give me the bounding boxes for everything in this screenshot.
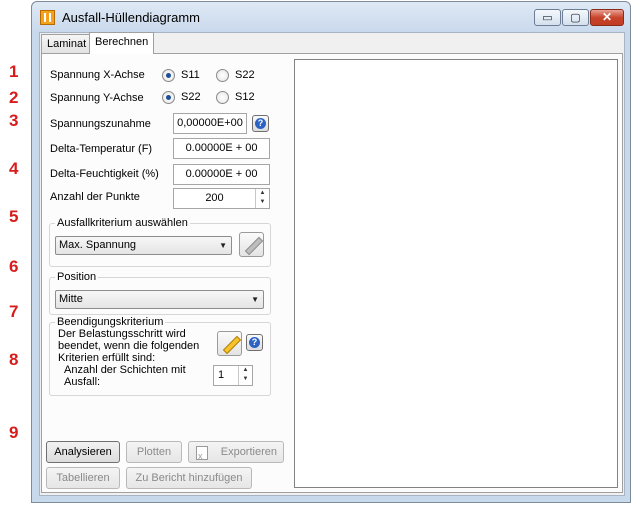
step-number-3: 3 (9, 111, 19, 130)
spin-down-icon[interactable]: ▼ (239, 375, 252, 384)
delta-moisture-field[interactable]: 0.00000E + 00 (173, 164, 270, 185)
window-title: Ausfall-Hüllendiagramm (62, 10, 200, 25)
position-select[interactable]: Mitte ▼ (55, 290, 264, 309)
export-button[interactable]: Exportieren (188, 441, 284, 466)
analyze-button[interactable]: Analysieren (46, 441, 120, 463)
step-number-5: 5 (9, 207, 19, 226)
radio-x-s22[interactable] (216, 69, 229, 82)
failure-criterion-group: Ausfallkriterium auswählen Max. Spannung… (49, 217, 271, 267)
help-icon: ? (255, 118, 266, 129)
failure-criterion-title: Ausfallkriterium auswählen (55, 217, 190, 229)
chevron-down-icon: ▼ (219, 241, 227, 250)
failure-criterion-select[interactable]: Max. Spannung ▼ (55, 236, 232, 255)
failed-layers-label-line-2: Ausfall: (64, 376, 101, 388)
pencil-icon (222, 335, 242, 355)
step-number-8: 8 (9, 350, 19, 369)
radio-y-s22-label: S22 (181, 91, 201, 103)
step-number-1: 1 (9, 62, 19, 81)
radio-x-s22-label: S22 (235, 69, 255, 81)
dialog-window: Ausfall-Hüllendiagramm ▭ ▢ ✕ Laminat Ber… (31, 1, 631, 503)
position-title: Position (55, 271, 99, 283)
spreadsheet-icon (196, 446, 208, 466)
delta-temperature-field[interactable]: 0.00000E + 00 (173, 138, 270, 159)
maximize-icon: ▢ (570, 12, 581, 24)
termination-text-line-1: Der Belastungsschritt wird (58, 328, 186, 340)
radio-y-s12-label: S12 (235, 91, 255, 103)
step-number-9: 9 (9, 423, 19, 442)
step-number-6: 6 (9, 257, 19, 276)
minimize-icon: ▭ (542, 12, 553, 24)
radio-x-s11[interactable] (162, 69, 175, 82)
radio-x-s11-label: S11 (181, 69, 200, 81)
position-group: Position Mitte ▼ (49, 271, 271, 315)
delta-moisture-label: Delta-Feuchtigkeit (%) (50, 168, 159, 180)
export-button-label: Exportieren (220, 446, 277, 458)
stress-increment-help-button[interactable]: ? (252, 115, 269, 132)
tab-berechnen[interactable]: Berechnen (89, 32, 155, 54)
failed-layers-spin[interactable]: ▲ ▼ (238, 366, 252, 385)
termination-text-line-3: Kriterien erfüllt sind: (58, 352, 156, 364)
help-icon: ? (249, 337, 260, 348)
pencil-icon (244, 236, 264, 256)
chevron-down-icon: ▼ (251, 295, 259, 304)
failed-layers-stepper[interactable]: 1 ▲ ▼ (213, 365, 253, 386)
termination-criterion-title: Beendigungskriterium (55, 316, 166, 328)
failed-layers-value: 1 (218, 369, 225, 381)
step-number-2: 2 (9, 88, 19, 107)
plot-button[interactable]: Plotten (126, 441, 182, 463)
num-points-spin[interactable]: ▲ ▼ (255, 189, 269, 208)
plot-area[interactable] (294, 59, 618, 488)
close-button[interactable]: ✕ (590, 9, 624, 26)
num-points-value: 200 (205, 192, 224, 204)
title-bar[interactable]: Ausfall-Hüllendiagramm ▭ ▢ ✕ (32, 2, 630, 32)
tabulate-button[interactable]: Tabellieren (46, 467, 120, 489)
num-points-label: Anzahl der Punkte (50, 191, 140, 203)
x-axis-label: Spannung X-Achse (50, 69, 145, 81)
failure-criterion-value: Max. Spannung (59, 239, 137, 251)
stress-increment-label: Spannungszunahme (50, 118, 151, 130)
tab-laminat[interactable]: Laminat (41, 34, 93, 53)
spin-up-icon[interactable]: ▲ (256, 189, 269, 198)
client-area: Laminat Berechnen Spannung X-Achse S11 S… (39, 32, 625, 496)
stress-increment-field[interactable]: 0,00000E+00 (173, 113, 247, 134)
step-number-7: 7 (9, 302, 19, 321)
position-value: Mitte (59, 293, 83, 305)
radio-y-s22[interactable] (162, 91, 175, 104)
app-icon (40, 10, 55, 25)
radio-y-s12[interactable] (216, 91, 229, 104)
add-to-report-button[interactable]: Zu Bericht hinzufügen (126, 467, 252, 489)
close-icon: ✕ (601, 10, 613, 24)
spin-down-icon[interactable]: ▼ (256, 198, 269, 207)
termination-edit-button[interactable] (217, 331, 242, 356)
minimize-button[interactable]: ▭ (534, 9, 561, 26)
termination-criterion-group: Beendigungskriterium Der Belastungsschri… (49, 316, 271, 396)
maximize-button[interactable]: ▢ (562, 9, 589, 26)
termination-text-line-2: beendet, wenn die folgenden (58, 340, 200, 352)
num-points-stepper[interactable]: 200 ▲ ▼ (173, 188, 270, 209)
step-number-4: 4 (9, 159, 19, 178)
y-axis-label: Spannung Y-Achse (50, 92, 144, 104)
tab-panel-berechnen: Spannung X-Achse S11 S22 Spannung Y-Achs… (41, 53, 623, 493)
spin-up-icon[interactable]: ▲ (239, 366, 252, 375)
failure-criterion-edit-button[interactable] (239, 232, 264, 257)
failed-layers-label-line-1: Anzahl der Schichten mit (64, 364, 186, 376)
termination-help-button[interactable]: ? (246, 334, 263, 351)
delta-temperature-label: Delta-Temperatur (F) (50, 143, 153, 155)
